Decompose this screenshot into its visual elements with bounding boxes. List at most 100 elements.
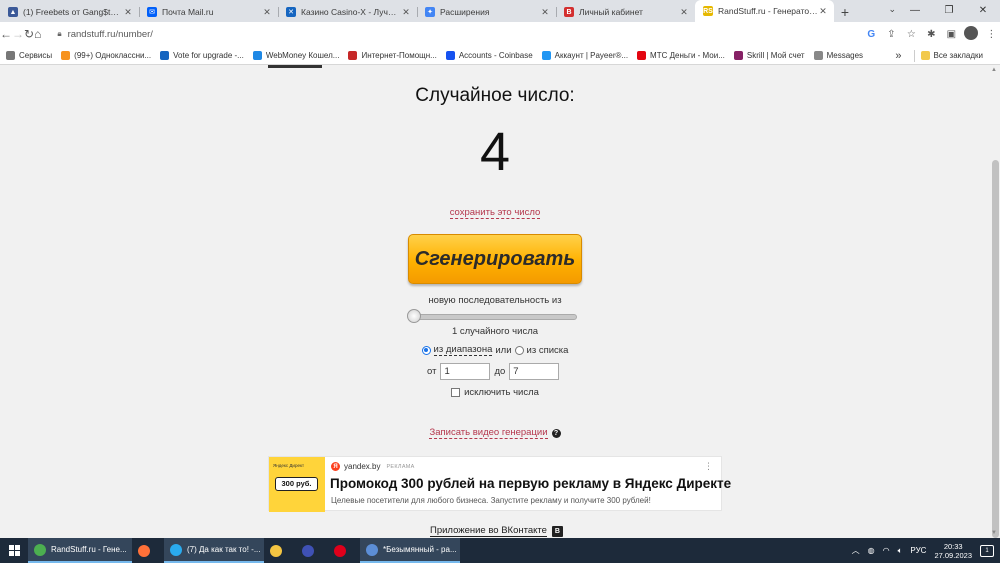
- count-slider[interactable]: [407, 309, 577, 323]
- side-panel-icon[interactable]: ▣: [941, 29, 961, 40]
- tab-close-icon[interactable]: ✕: [540, 7, 550, 18]
- wifi-icon[interactable]: ◠: [883, 546, 890, 555]
- to-input[interactable]: 7: [509, 362, 560, 380]
- language-indicator[interactable]: РУС: [910, 546, 926, 555]
- save-number-link[interactable]: сохранить это число: [449, 207, 541, 219]
- generate-button[interactable]: Сгенерировать: [408, 234, 582, 284]
- slider-handle[interactable]: [407, 309, 421, 323]
- vk-icon[interactable]: В: [551, 525, 563, 537]
- browser-tab[interactable]: ▲ (1) Freebets от Gang$ter$_P...✕: [0, 2, 139, 22]
- page-scrollbar[interactable]: ▲ ▼: [990, 65, 1000, 538]
- windows-taskbar: RandStuff.ru - Гене... (7) Да как так то!…: [0, 538, 1000, 563]
- bookmark-favicon-icon: [6, 50, 15, 60]
- record-video-link[interactable]: Записать видео генерации: [429, 427, 548, 439]
- home-icon[interactable]: ⌂: [34, 27, 41, 41]
- taskbar-app[interactable]: (7) Да как так то! -...: [164, 538, 264, 563]
- bookmark-favicon-icon: [348, 50, 358, 60]
- clock-time: 20:33: [943, 541, 963, 551]
- taskbar-app[interactable]: [264, 538, 296, 563]
- bookmark-item[interactable]: Vote for upgrade -...: [160, 50, 244, 60]
- browser-tab[interactable]: ✉ Почта Mail.ru ✕: [139, 2, 278, 22]
- exclude-label[interactable]: исключить числа: [464, 387, 539, 398]
- video-link-row: Записать видео генерации ?: [0, 427, 990, 439]
- new-tab-icon[interactable]: +: [834, 2, 856, 22]
- taskbar-app[interactable]: RandStuff.ru - Гене...: [28, 538, 132, 563]
- ad-menu-icon[interactable]: ⋮: [704, 461, 713, 472]
- bookmark-item[interactable]: (99+) Одноклассни...: [61, 50, 152, 60]
- bookmark-favicon-icon: [733, 50, 743, 60]
- ad-source: Я yandex.by РЕКЛАМА: [331, 462, 415, 471]
- tab-search-icon[interactable]: ⌄: [888, 4, 896, 15]
- browser-tab[interactable]: RS RandStuff.ru - Генератор сл...✕: [695, 0, 834, 22]
- browser-tab[interactable]: ✕Казино Casino-X - Лучшие о...✕: [278, 2, 417, 22]
- from-input[interactable]: 1: [440, 362, 491, 380]
- mode-list-label[interactable]: из списка: [527, 345, 569, 356]
- bookmark-item[interactable]: Skrill | Мой счет: [733, 50, 805, 60]
- exclude-checkbox[interactable]: [451, 388, 461, 397]
- folder-icon: [920, 51, 930, 60]
- tab-title: Казино Casino-X - Лучшие о...: [301, 7, 401, 17]
- scrollbar-thumb[interactable]: [992, 160, 999, 538]
- tab-close-icon[interactable]: ✕: [262, 7, 272, 18]
- extensions-icon[interactable]: ✱: [921, 29, 941, 40]
- taskbar-app[interactable]: *Безымянный - ра...: [360, 538, 460, 563]
- mode-range-label[interactable]: из диапазона: [433, 344, 493, 356]
- menu-icon[interactable]: ⋮: [981, 29, 1000, 40]
- all-bookmarks[interactable]: Все закладки: [920, 51, 983, 60]
- ad-source-domain[interactable]: yandex.by: [344, 462, 380, 471]
- scroll-up-icon[interactable]: ▲: [991, 67, 997, 73]
- bookmark-item[interactable]: Интернет-Помощн...: [348, 50, 437, 60]
- profile-avatar[interactable]: [961, 25, 981, 43]
- ad-tag: РЕКЛАМА: [386, 463, 415, 470]
- bookmark-star-icon[interactable]: ☆: [901, 29, 921, 40]
- close-window-icon[interactable]: ✕: [966, 0, 1000, 22]
- bookmark-label: Accounts - Coinbase: [458, 50, 533, 60]
- reload-icon[interactable]: ↻: [24, 27, 34, 41]
- ad-image[interactable]: Яндекс Директ 300 руб.: [269, 457, 325, 512]
- volume-icon[interactable]: 🔈︎: [898, 546, 903, 556]
- tray-chevron-icon[interactable]: ︿: [852, 545, 860, 556]
- bookmark-item[interactable]: Сервисы: [6, 50, 52, 60]
- maximize-icon[interactable]: ❐: [932, 0, 966, 22]
- address-bar[interactable]: 🔒︎ randstuff.ru/number/: [47, 24, 847, 44]
- browser-tab[interactable]: B Личный кабинет ✕: [556, 2, 695, 22]
- clock[interactable]: 20:33 27.09.2023: [934, 542, 972, 560]
- bookmarks-more-icon[interactable]: »: [895, 50, 901, 62]
- radio-list[interactable]: [514, 345, 524, 355]
- vk-app-link[interactable]: Приложение во ВКонтакте: [430, 525, 547, 537]
- taskbar-app[interactable]: [296, 538, 328, 563]
- tab-close-icon[interactable]: ✕: [818, 6, 828, 17]
- scroll-down-icon[interactable]: ▼: [991, 530, 997, 536]
- bookmark-item[interactable]: МТС Деньги - Мои...: [637, 50, 725, 60]
- tab-close-icon[interactable]: ✕: [401, 7, 411, 18]
- taskbar-app[interactable]: [328, 538, 360, 563]
- address-text: randstuff.ru/number/: [67, 28, 153, 40]
- forward-icon[interactable]: →: [12, 27, 24, 41]
- radio-range[interactable]: [421, 345, 431, 355]
- browser-tab[interactable]: ✦ Расширения ✕: [417, 2, 556, 22]
- toolbar-icons: G ⇪ ☆ ✱ ▣ ⋮: [861, 25, 1000, 43]
- ad-title[interactable]: Промокод 300 рублей на первую рекламу в …: [330, 476, 731, 491]
- tab-close-icon[interactable]: ✕: [123, 7, 133, 18]
- range-inputs: от 1 до 7: [427, 362, 563, 380]
- start-button[interactable]: [0, 538, 28, 563]
- bookmark-favicon-icon: [252, 50, 262, 60]
- bookmark-item[interactable]: Аккаунт | Payeer®...: [541, 50, 628, 60]
- bookmark-item[interactable]: WebMoney Кошел...: [252, 50, 339, 60]
- bookmark-label: (99+) Одноклассни...: [74, 50, 152, 60]
- notifications-icon[interactable]: 1: [980, 544, 994, 557]
- back-icon[interactable]: ←: [0, 27, 12, 41]
- google-translate-icon[interactable]: G: [861, 29, 881, 40]
- browser-tab-strip: ▲(1) Freebets от Gang$ter$_P...✕✉Почта M…: [0, 0, 1000, 22]
- taskbar-app[interactable]: [132, 538, 164, 563]
- tab-close-icon[interactable]: ✕: [679, 7, 689, 18]
- bookmark-item[interactable]: Accounts - Coinbase: [445, 50, 533, 60]
- share-icon[interactable]: ⇪: [881, 29, 901, 40]
- ad-banner[interactable]: Яндекс Директ 300 руб. Я yandex.by РЕКЛА…: [268, 456, 731, 512]
- help-icon[interactable]: ?: [551, 428, 561, 438]
- bookmark-item[interactable]: Messages: [813, 50, 863, 60]
- minimize-icon[interactable]: —: [898, 0, 932, 22]
- bookmark-favicon-icon: [813, 50, 823, 60]
- network-globe-icon[interactable]: ◍: [868, 546, 875, 555]
- lock-icon[interactable]: 🔒︎: [57, 29, 61, 39]
